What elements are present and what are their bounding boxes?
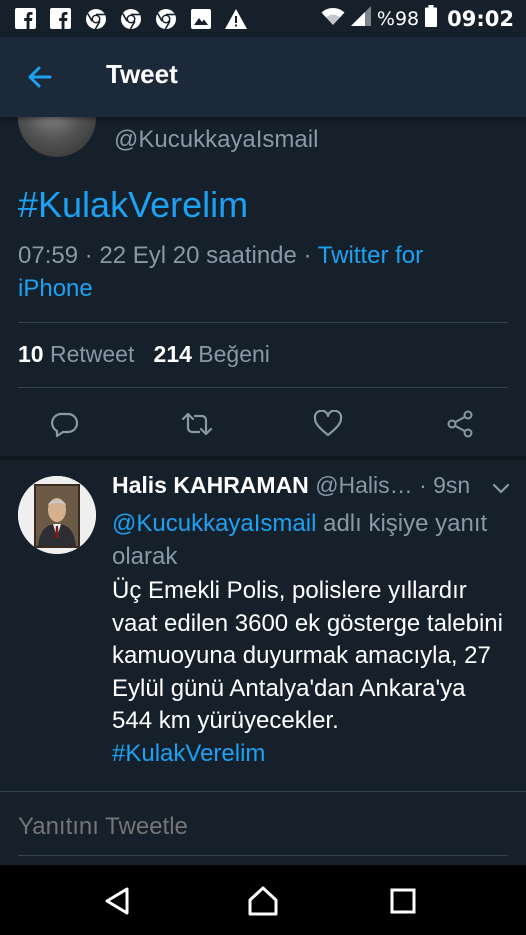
warning-icon <box>224 7 247 30</box>
chrome-icon <box>154 7 177 30</box>
avatar[interactable] <box>18 476 96 554</box>
divider <box>18 387 508 388</box>
heart-icon[interactable] <box>308 404 348 444</box>
hashtag-link[interactable]: #KulakVerelim <box>112 740 265 767</box>
input-underline <box>18 855 508 856</box>
tweet-meta: 07:59 · 22 Eyl 20 saatinde · Twitter for… <box>18 242 424 302</box>
battery-percent: %98 <box>376 7 420 30</box>
like-count[interactable]: 214 <box>154 341 192 367</box>
back-icon[interactable] <box>97 883 137 919</box>
page-title: Tweet <box>106 59 178 89</box>
app-bar: Tweet <box>0 37 526 117</box>
battery-icon <box>425 5 438 32</box>
arrow-left-icon[interactable] <box>24 61 56 97</box>
tweet-detail: @KucukkayaIsmail #KulakVerelim 07:59 · 2… <box>0 117 526 865</box>
reply-author-handle[interactable]: @Halis… <box>315 472 412 498</box>
reply-input[interactable] <box>18 813 498 841</box>
chevron-down-icon[interactable] <box>492 480 510 499</box>
chrome-icon <box>119 7 142 30</box>
divider <box>18 322 508 323</box>
like-label[interactable]: Beğeni <box>198 341 270 367</box>
mention-link[interactable]: @KucukkayaIsmail <box>112 510 316 537</box>
reply-author-name[interactable]: Halis KAHRAMAN <box>112 472 309 498</box>
retweet-label[interactable]: Retweet <box>50 341 134 367</box>
reply-body-text: Üç Emekli Polis, polislere yıllardır vaa… <box>112 577 503 734</box>
image-icon <box>189 7 212 30</box>
tweet-text[interactable]: #KulakVerelim <box>18 184 248 226</box>
tweet-date: 22 Eyl 20 saatinde <box>99 242 297 269</box>
author-handle[interactable]: @KucukkayaIsmail <box>114 126 318 154</box>
reply-icon[interactable] <box>45 404 85 444</box>
chrome-icon <box>84 7 107 30</box>
replying-to: @KucukkayaIsmail adlı kişiye yanıt olara… <box>112 507 512 573</box>
home-icon[interactable] <box>243 883 283 919</box>
navigation-bar <box>0 865 526 935</box>
recents-icon[interactable] <box>383 883 423 919</box>
system-status: %98 09:02 <box>321 0 514 37</box>
tweet-stats: 10 Retweet 214 Beğeni <box>18 341 270 368</box>
tweet-actions <box>0 404 526 454</box>
facebook-icon <box>14 7 37 30</box>
notification-icons <box>0 7 247 30</box>
tweet-time: 07:59 <box>18 242 79 269</box>
reply-composer <box>0 791 526 866</box>
reply-time: · 9sn <box>419 472 471 498</box>
share-icon[interactable] <box>440 404 480 444</box>
facebook-icon <box>49 7 72 30</box>
status-bar: %98 09:02 <box>0 0 526 37</box>
retweet-icon[interactable] <box>177 404 217 444</box>
signal-icon <box>350 6 371 31</box>
avatar[interactable] <box>18 117 96 157</box>
clock-time: 09:02 <box>447 6 514 31</box>
retweet-count[interactable]: 10 <box>18 341 44 367</box>
reply-body: Üç Emekli Polis, polislere yıllardır vaa… <box>112 575 512 770</box>
reply-header: Halis KAHRAMAN @Halis… · 9sn <box>112 472 492 499</box>
wifi-icon <box>321 6 345 31</box>
